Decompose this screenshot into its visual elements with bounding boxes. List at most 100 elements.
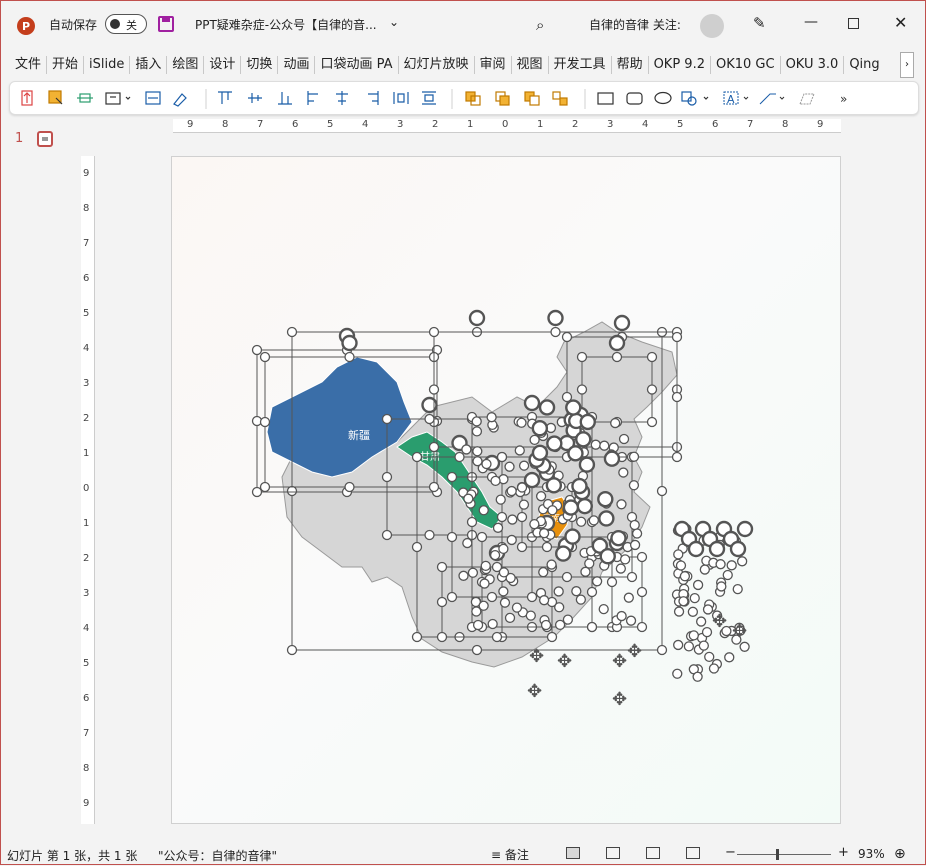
resize-handle[interactable] bbox=[671, 391, 683, 403]
tab-ok10[interactable]: OK10 GC bbox=[712, 51, 779, 79]
resize-handle[interactable] bbox=[550, 326, 561, 338]
align-top-icon[interactable] bbox=[218, 91, 232, 104]
resize-handle[interactable] bbox=[466, 516, 478, 528]
align-right-icon[interactable] bbox=[368, 91, 379, 105]
user-name[interactable]: 自律的音律 关注: bbox=[589, 16, 681, 33]
rotate-handle-icon[interactable] bbox=[613, 314, 631, 332]
resize-handle[interactable] bbox=[344, 481, 355, 493]
distribute-vertical-icon[interactable] bbox=[422, 91, 436, 105]
rotate-handle-icon[interactable] bbox=[599, 548, 616, 565]
resize-handle[interactable] bbox=[286, 326, 298, 338]
avatar[interactable] bbox=[700, 14, 724, 38]
resize-handle[interactable] bbox=[629, 539, 641, 551]
resize-handle[interactable] bbox=[678, 596, 689, 607]
resize-handle[interactable] bbox=[498, 543, 509, 555]
rotate-handle-icon[interactable] bbox=[576, 497, 593, 515]
tab-qing[interactable]: Qing bbox=[845, 51, 883, 79]
move-cursor-icon[interactable]: ✥ bbox=[612, 689, 627, 710]
resize-handle[interactable] bbox=[692, 671, 703, 682]
tab-transitions[interactable]: 切换 bbox=[242, 51, 276, 79]
resize-handle[interactable] bbox=[436, 631, 448, 643]
resize-handle[interactable] bbox=[491, 631, 503, 643]
resize-handle[interactable] bbox=[631, 528, 643, 539]
resize-handle[interactable] bbox=[646, 416, 658, 428]
resize-handle[interactable] bbox=[462, 537, 473, 549]
zoom-in-button[interactable]: + bbox=[838, 845, 849, 860]
resize-handle[interactable] bbox=[576, 516, 587, 527]
resize-handle[interactable] bbox=[446, 591, 458, 603]
resize-handle[interactable] bbox=[671, 451, 683, 463]
resize-handle[interactable] bbox=[739, 641, 750, 652]
resize-handle[interactable] bbox=[516, 541, 528, 553]
resize-handle[interactable] bbox=[704, 651, 715, 663]
group-icon[interactable] bbox=[552, 91, 568, 106]
resize-handle[interactable] bbox=[518, 499, 530, 510]
bring-to-front-icon[interactable] bbox=[524, 91, 540, 106]
resize-handle[interactable] bbox=[561, 571, 573, 583]
rotate-handle-icon[interactable] bbox=[571, 477, 588, 495]
close-icon[interactable]: ✕ bbox=[894, 13, 907, 32]
resize-handle[interactable] bbox=[511, 602, 523, 613]
rotate-handle-icon[interactable] bbox=[708, 540, 726, 558]
resize-handle[interactable] bbox=[504, 461, 515, 472]
resize-handle[interactable] bbox=[580, 566, 591, 577]
tab-islide[interactable]: iSlide bbox=[85, 51, 128, 79]
edit-points-icon[interactable] bbox=[799, 93, 815, 105]
rotate-handle-icon[interactable] bbox=[578, 456, 596, 473]
resize-handle[interactable] bbox=[495, 494, 506, 505]
resize-handle[interactable] bbox=[591, 576, 603, 587]
tab-oku[interactable]: OKU 3.0 bbox=[782, 51, 843, 79]
resize-handle[interactable] bbox=[498, 567, 510, 578]
resize-handle[interactable] bbox=[553, 586, 564, 597]
zoom-out-button[interactable]: − bbox=[725, 845, 736, 860]
resize-handle[interactable] bbox=[286, 644, 298, 656]
move-cursor-icon[interactable]: ✥ bbox=[529, 646, 544, 667]
resize-handle[interactable] bbox=[598, 603, 609, 615]
resize-handle[interactable] bbox=[538, 595, 550, 606]
resize-handle[interactable] bbox=[618, 433, 630, 445]
resize-handle[interactable] bbox=[540, 619, 552, 631]
resize-handle[interactable] bbox=[480, 560, 491, 572]
resize-handle[interactable] bbox=[692, 579, 704, 591]
rotate-handle-icon[interactable] bbox=[341, 334, 358, 352]
resize-handle[interactable] bbox=[428, 384, 440, 395]
resize-handle[interactable] bbox=[611, 351, 623, 363]
resize-handle[interactable] bbox=[286, 485, 298, 497]
resize-handle[interactable] bbox=[496, 511, 508, 523]
resize-handle[interactable] bbox=[496, 451, 508, 463]
resize-handle[interactable] bbox=[623, 592, 634, 603]
resize-handle[interactable] bbox=[561, 331, 573, 343]
resize-handle[interactable] bbox=[535, 491, 547, 502]
resize-handle[interactable] bbox=[526, 591, 538, 603]
tab-animations[interactable]: 动画 bbox=[279, 51, 313, 79]
resize-handle[interactable] bbox=[411, 541, 423, 553]
rotate-handle-icon[interactable] bbox=[567, 445, 584, 462]
zoom-slider-track[interactable] bbox=[737, 854, 831, 855]
tab-review[interactable]: 审阅 bbox=[476, 51, 510, 79]
align-left-icon[interactable] bbox=[307, 91, 318, 105]
resize-handle[interactable] bbox=[478, 505, 489, 516]
rectangle-shape-icon[interactable] bbox=[597, 92, 614, 105]
china-map-group[interactable]: 新疆 甘肃 河南 ✥✥✥✥✥✥✥✥ bbox=[172, 157, 842, 825]
resize-handle[interactable] bbox=[673, 606, 685, 617]
resize-handle[interactable] bbox=[479, 578, 490, 589]
tab-help[interactable]: 帮助 bbox=[613, 51, 647, 79]
zoom-slider-thumb[interactable] bbox=[776, 849, 780, 860]
resize-handle[interactable] bbox=[588, 515, 599, 526]
resize-handle[interactable] bbox=[610, 417, 621, 429]
resize-handle[interactable] bbox=[506, 485, 517, 497]
maximize-icon[interactable] bbox=[848, 18, 859, 29]
resize-handle[interactable] bbox=[428, 441, 440, 453]
resize-handle[interactable] bbox=[616, 499, 627, 510]
resize-handle[interactable] bbox=[575, 594, 587, 605]
resize-handle[interactable] bbox=[381, 413, 393, 425]
resize-handle[interactable] bbox=[259, 416, 271, 428]
resize-handle[interactable] bbox=[471, 644, 483, 656]
resize-handle[interactable] bbox=[463, 493, 474, 504]
resize-handle[interactable] bbox=[683, 641, 695, 652]
resize-handle[interactable] bbox=[546, 631, 558, 643]
slide-sorter-view-icon[interactable] bbox=[606, 847, 620, 859]
resize-handle[interactable] bbox=[454, 451, 465, 463]
text-box-icon[interactable]: A bbox=[723, 91, 749, 106]
resize-handle[interactable] bbox=[679, 571, 691, 582]
